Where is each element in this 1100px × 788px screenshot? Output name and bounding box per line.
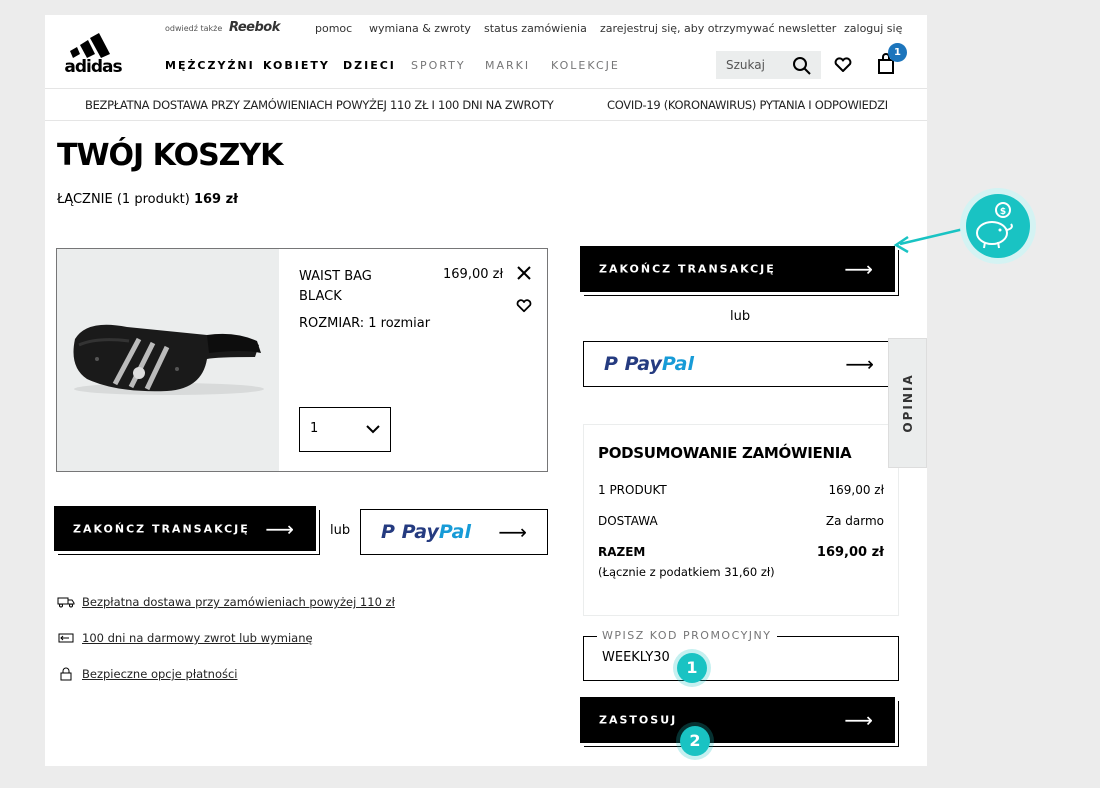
- paypal-pay-text: Pay: [401, 521, 439, 543]
- adidas-logo-icon: adidas: [64, 33, 123, 77]
- product-image[interactable]: [57, 249, 279, 471]
- search-input[interactable]: Szukaj: [716, 51, 821, 79]
- step-badge-1: 1: [677, 653, 707, 683]
- nav-brands[interactable]: MARKI: [485, 59, 530, 72]
- promo-code-label: WPISZ KOD PROMOCYJNY: [597, 629, 777, 642]
- nav-women[interactable]: KOBIETY: [263, 59, 330, 72]
- benefit-returns-link[interactable]: 100 dni na darmowy zwrot lub wymianę: [82, 631, 313, 645]
- remove-item-icon[interactable]: [517, 266, 531, 280]
- benefit-delivery-link[interactable]: Bezpłatna dostawa przy zamówieniach powy…: [82, 595, 395, 609]
- summary-total-value: 169,00 zł: [816, 545, 884, 560]
- arrow-right-icon: ⟶: [498, 520, 527, 544]
- page-title: TWÓJ KOSZYK: [57, 138, 283, 173]
- visit-also-label: odwiedź także: [165, 24, 223, 33]
- quantity-select[interactable]: 1: [299, 407, 391, 452]
- search-icon[interactable]: [792, 56, 812, 76]
- paypal-button-left[interactable]: P PayPal ⟶: [360, 509, 548, 555]
- paypal-pal-text: Pal: [661, 353, 694, 375]
- arrow-right-icon: ⟶: [844, 708, 875, 732]
- summary-tax-text: (Łącznie z podatkiem 31,60 zł): [598, 565, 775, 579]
- waist-bag-image: [73, 324, 264, 395]
- product-name[interactable]: WAIST BAG BLACK: [299, 267, 372, 307]
- cart-item: WAIST BAG BLACK 169,00 zł ROZMIAR: 1 roz…: [56, 248, 548, 472]
- apply-button-label: ZASTOSUJ: [599, 713, 678, 727]
- summary-delivery-label: DOSTAWA: [598, 514, 658, 528]
- arrow-right-icon: ⟶: [844, 257, 875, 281]
- svg-text:adidas: adidas: [64, 57, 122, 74]
- svg-text:$: $: [1000, 207, 1006, 217]
- summary-title: PODSUMOWANIE ZAMÓWIENIA: [598, 444, 852, 462]
- savings-annotation: $: [893, 188, 1036, 264]
- paypal-pal-text: Pal: [438, 521, 471, 543]
- chevron-down-icon: [366, 425, 380, 434]
- product-price: 169,00 zł: [443, 267, 504, 282]
- checkout-button-right[interactable]: ZAKOŃCZ TRANSAKCJĘ ⟶: [580, 246, 895, 292]
- checkout-button-label: ZAKOŃCZ TRANSAKCJĘ: [599, 262, 776, 276]
- product-name-line2: BLACK: [299, 289, 342, 304]
- promo-code-input[interactable]: WPISZ KOD PROMOCYJNY WEEKLY30: [583, 629, 899, 681]
- covid-banner[interactable]: COVID-19 (KORONAWIRUS) PYTANIA I ODPOWIE…: [607, 98, 888, 112]
- order-status-link[interactable]: status zamówienia: [484, 22, 587, 35]
- page: odwiedź także Reebok pomoc wymiana & zwr…: [45, 15, 927, 766]
- info-banner: BEZPŁATNA DOSTAWA PRZY ZAMÓWIENIACH POWY…: [45, 88, 927, 121]
- wishlist-icon[interactable]: [834, 57, 852, 73]
- truck-icon: [57, 597, 75, 608]
- adidas-logo[interactable]: adidas: [59, 28, 127, 77]
- product-name-line1: WAIST BAG: [299, 269, 372, 284]
- piggy-bank-icon: [966, 194, 1030, 258]
- return-box-icon: [58, 633, 74, 643]
- nav-men[interactable]: MĘŻCZYŹNI: [165, 59, 255, 72]
- nav-kids[interactable]: DZIECI: [343, 59, 396, 72]
- nav-collections[interactable]: KOLEKCJE: [551, 59, 620, 72]
- arrow-right-icon: ⟶: [265, 516, 296, 541]
- summary-total-label: RAZEM: [598, 545, 646, 559]
- free-delivery-banner[interactable]: BEZPŁATNA DOSTAWA PRZY ZAMÓWIENIACH POWY…: [85, 98, 554, 112]
- promo-code-value: WEEKLY30: [602, 650, 670, 665]
- step-badge-2: 2: [680, 726, 710, 756]
- feedback-tab[interactable]: OPINIA: [888, 338, 927, 468]
- or-label-left: lub: [330, 523, 351, 538]
- search-placeholder: Szukaj: [726, 58, 765, 72]
- lock-icon: [60, 667, 72, 681]
- benefit-payment-link[interactable]: Bezpieczne opcje płatności: [82, 667, 238, 681]
- reebok-link[interactable]: Reebok: [229, 20, 280, 35]
- cart-total-label: ŁĄCZNIE (1 produkt): [57, 192, 190, 207]
- apply-promo-button[interactable]: ZASTOSUJ ⟶: [580, 697, 895, 743]
- summary-products-label: 1 PRODUKT: [598, 483, 667, 497]
- help-link[interactable]: pomoc: [315, 22, 352, 35]
- order-summary: PODSUMOWANIE ZAMÓWIENIA 1 PRODUKT 169,00…: [583, 424, 899, 616]
- paypal-p-icon: P: [381, 521, 395, 543]
- newsletter-link[interactable]: zarejestruj się, aby otrzymywać newslett…: [600, 22, 836, 35]
- checkout-button-left[interactable]: ZAKOŃCZ TRANSAKCJĘ ⟶: [54, 506, 316, 551]
- summary-products-value: 169,00 zł: [828, 483, 884, 497]
- arrow-right-icon: ⟶: [845, 352, 874, 376]
- feedback-tab-label: OPINIA: [900, 373, 915, 433]
- cart-count-badge: 1: [888, 43, 907, 62]
- cart-total: ŁĄCZNIE (1 produkt) 169 zł: [57, 192, 238, 207]
- checkout-button-label: ZAKOŃCZ TRANSAKCJĘ: [73, 522, 250, 535]
- product-size: ROZMIAR: 1 rozmiar: [299, 316, 431, 331]
- top-links: odwiedź także Reebok pomoc wymiana & zwr…: [45, 20, 927, 38]
- paypal-logo: P PayPal: [604, 353, 694, 375]
- or-label-right: lub: [730, 309, 751, 324]
- cart-total-value: 169 zł: [193, 192, 238, 207]
- quantity-value: 1: [310, 421, 319, 436]
- returns-link[interactable]: wymiana & zwroty: [369, 22, 471, 35]
- summary-delivery-value: Za darmo: [825, 514, 884, 528]
- add-to-wishlist-icon[interactable]: [516, 299, 532, 313]
- paypal-pay-text: Pay: [624, 353, 662, 375]
- paypal-button-right[interactable]: P PayPal ⟶: [583, 341, 895, 387]
- paypal-logo: P PayPal: [381, 521, 471, 543]
- paypal-p-icon: P: [604, 353, 618, 375]
- nav-sports[interactable]: SPORTY: [411, 59, 466, 72]
- login-link[interactable]: zaloguj się: [844, 22, 902, 35]
